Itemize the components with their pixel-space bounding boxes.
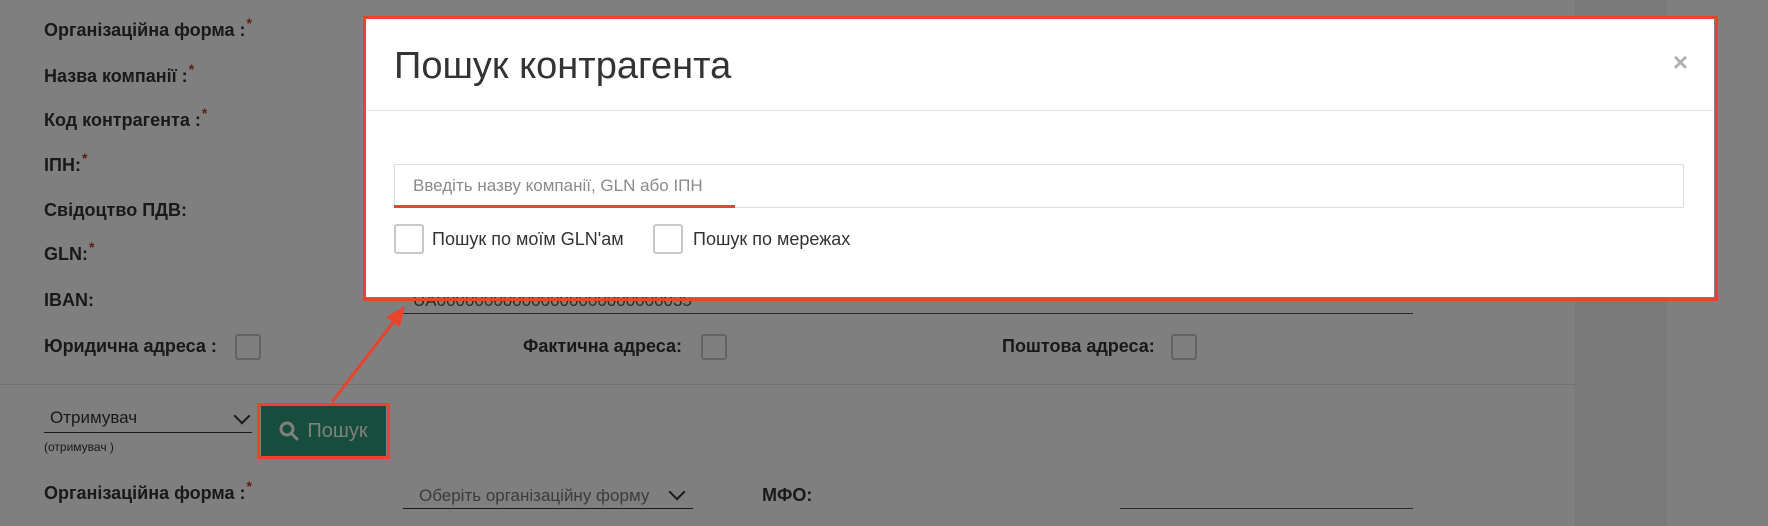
my-gln-checkbox[interactable] (394, 224, 424, 254)
my-gln-checkbox-label: Пошук по моїм GLN'ам (432, 229, 624, 249)
counterparty-search-input[interactable] (394, 164, 1684, 208)
modal-header-divider (366, 110, 1714, 111)
networks-checkbox-label: Пошук по мережах (693, 229, 851, 249)
modal-title: Пошук контрагента (394, 45, 732, 87)
close-icon[interactable]: × (1673, 47, 1688, 78)
counterparty-search-modal: Пошук контрагента × Пошук по моїм GLN'ам… (366, 19, 1714, 297)
search-input-focus-underline (394, 205, 735, 208)
networks-checkbox[interactable] (653, 224, 683, 254)
